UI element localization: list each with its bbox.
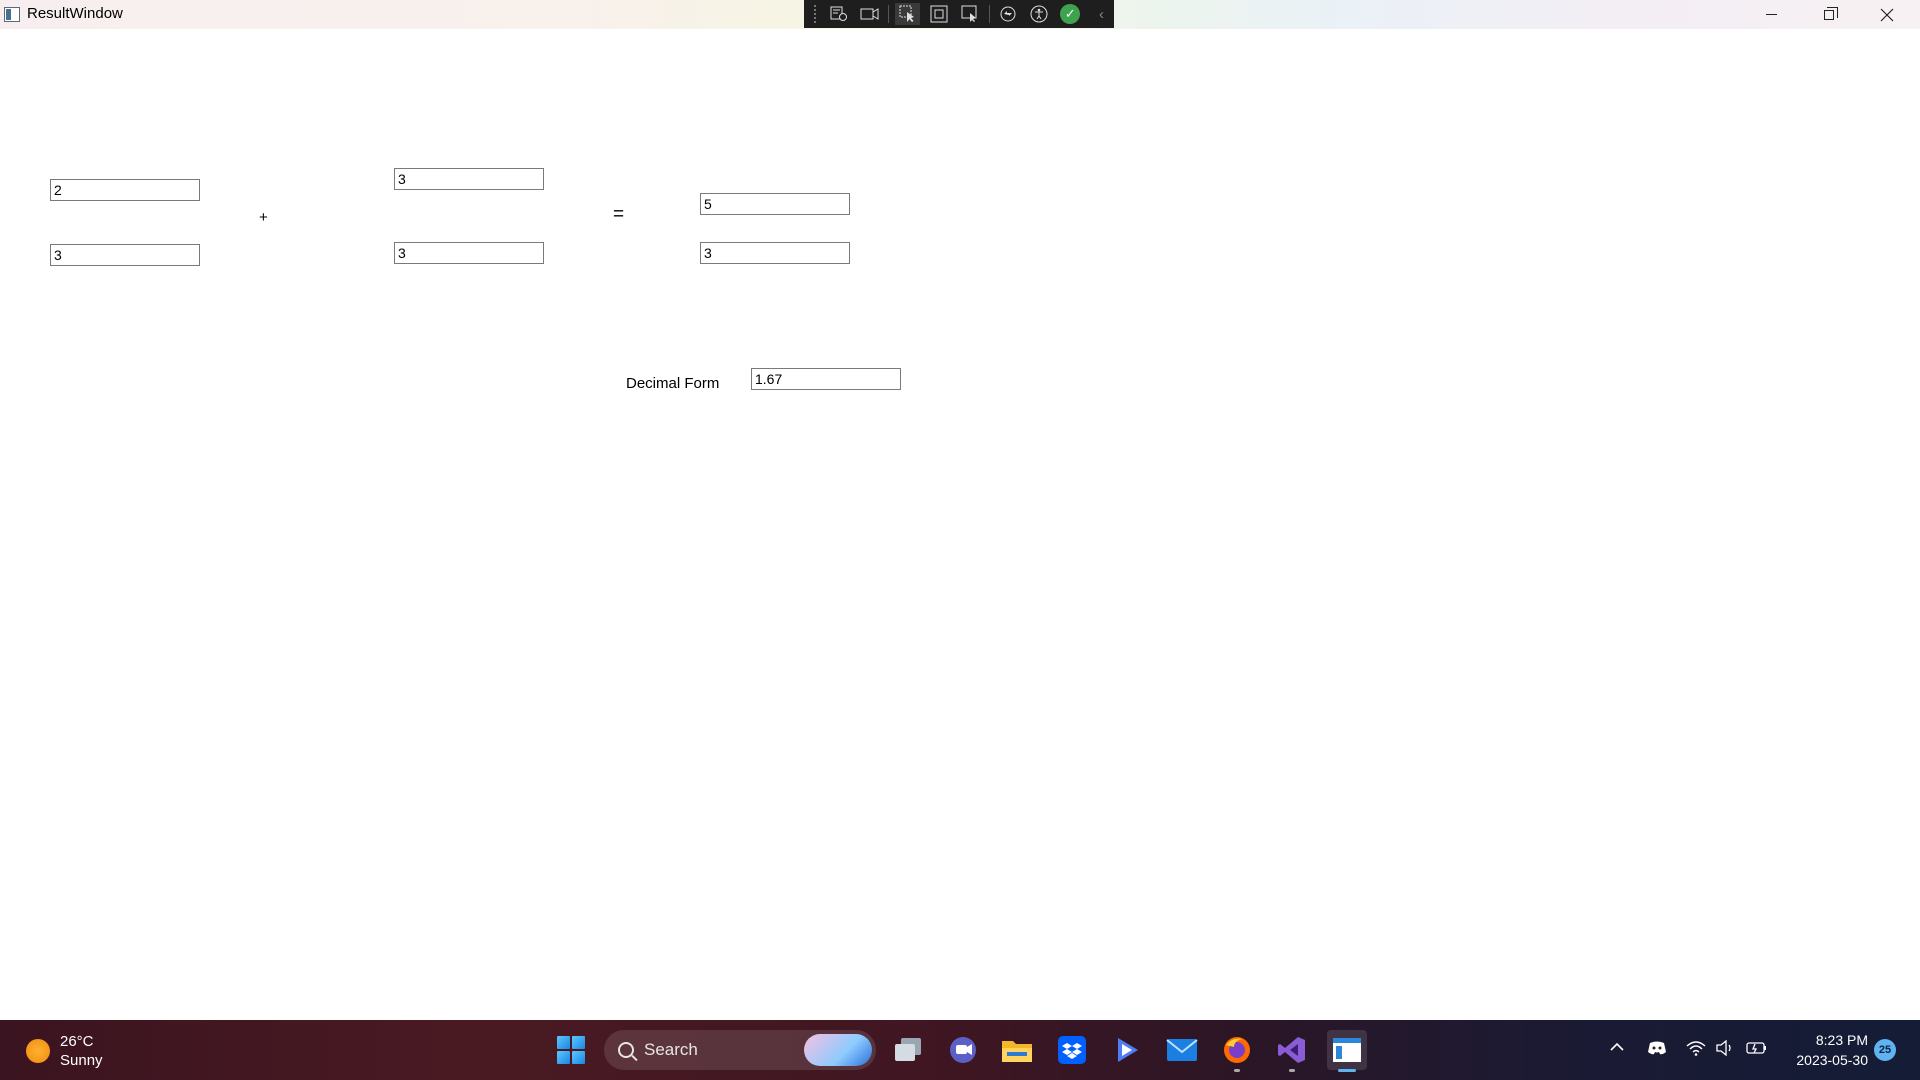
restore-button[interactable] (1800, 0, 1858, 29)
wpf-app-icon (1333, 1038, 1361, 1062)
result-window-app-button[interactable] (1327, 1030, 1367, 1072)
file-explorer-icon (1002, 1041, 1032, 1062)
decimal-form-input[interactable] (751, 368, 901, 390)
visual-studio-icon (1278, 1037, 1305, 1063)
firefox-button[interactable] (1217, 1030, 1257, 1072)
media-player-icon (1118, 1038, 1138, 1062)
search-icon (618, 1042, 634, 1058)
active-indicator (1338, 1069, 1356, 1072)
clock-date: 2023-05-30 (1796, 1052, 1868, 1068)
running-indicator (1289, 1069, 1295, 1072)
weather-temperature: 26°C (60, 1033, 94, 1050)
hot-reload-icon[interactable] (996, 3, 1021, 25)
task-view-button[interactable] (888, 1030, 928, 1070)
result-denominator-input[interactable] (700, 242, 850, 264)
fraction1-denominator-input[interactable] (50, 244, 200, 266)
plus-operator: + (259, 209, 268, 226)
minimize-icon (1765, 14, 1777, 15)
visual-studio-button[interactable] (1272, 1030, 1312, 1072)
task-view-icon (895, 1038, 921, 1061)
start-button[interactable] (551, 1030, 591, 1070)
restore-icon (1824, 6, 1838, 20)
dropbox-button[interactable] (1052, 1030, 1092, 1070)
collapse-toolbar-chevron-icon[interactable]: ‹ (1089, 3, 1114, 25)
window-title-bar[interactable]: ResultWindow ✓ ‹ (0, 0, 1920, 29)
teams-chat-icon (950, 1037, 976, 1063)
app-icon (4, 7, 20, 22)
display-layout-adorners-icon[interactable] (926, 3, 951, 25)
media-player-button[interactable] (1107, 1030, 1147, 1070)
accessibility-icon[interactable] (1027, 3, 1052, 25)
fraction2-numerator-input[interactable] (394, 168, 544, 190)
firefox-icon (1224, 1037, 1250, 1063)
track-focus-icon[interactable] (957, 3, 982, 25)
close-icon (1880, 8, 1894, 21)
search-label: Search (644, 1040, 698, 1059)
toolbar-grip-icon[interactable] (814, 5, 818, 23)
weather-condition: Sunny (60, 1052, 103, 1069)
dropbox-icon (1058, 1036, 1086, 1064)
windows-logo-icon (557, 1036, 585, 1064)
running-indicator (1234, 1069, 1240, 1072)
debug-toolbar: ✓ ‹ (804, 0, 1114, 28)
decimal-form-label: Decimal Form (626, 375, 720, 392)
toolbar-separator (988, 5, 990, 23)
search-highlight-image (804, 1034, 872, 1066)
discord-tray-icon[interactable] (1647, 1040, 1667, 1061)
toolbar-separator (888, 5, 890, 23)
taskbar-clock[interactable]: 8:23 PM 2023-05-30 (1780, 1030, 1868, 1070)
clock-time: 8:23 PM (1815, 1032, 1868, 1048)
record-video-icon[interactable] (857, 3, 882, 25)
mail-icon (1166, 1039, 1198, 1061)
close-button[interactable] (1858, 0, 1916, 29)
select-element-icon[interactable] (895, 3, 921, 25)
battery-icon[interactable] (1746, 1040, 1768, 1061)
live-visual-tree-icon[interactable] (826, 3, 851, 25)
fraction1-numerator-input[interactable] (50, 179, 200, 201)
taskbar-search-box[interactable]: Search (604, 1030, 876, 1070)
minimize-button[interactable] (1742, 0, 1800, 29)
window-title: ResultWindow (27, 5, 123, 22)
result-numerator-input[interactable] (700, 193, 850, 215)
volume-icon[interactable] (1716, 1039, 1734, 1061)
wifi-icon[interactable] (1686, 1040, 1706, 1061)
file-explorer-button[interactable] (997, 1030, 1037, 1070)
taskbar: 26°C Sunny Search 8:23 PM 2023-05-30 25 (0, 1020, 1920, 1080)
weather-widget[interactable]: 26°C Sunny (26, 1032, 103, 1070)
no-issues-check-icon[interactable]: ✓ (1058, 3, 1083, 25)
equals-operator: = (613, 204, 625, 225)
mail-button[interactable] (1162, 1030, 1202, 1070)
fraction2-denominator-input[interactable] (394, 242, 544, 264)
teams-chat-button[interactable] (943, 1030, 983, 1070)
sunny-weather-icon (26, 1039, 50, 1063)
show-hidden-icons-chevron-icon[interactable] (1609, 1040, 1625, 1058)
notification-badge[interactable]: 25 (1874, 1039, 1896, 1061)
